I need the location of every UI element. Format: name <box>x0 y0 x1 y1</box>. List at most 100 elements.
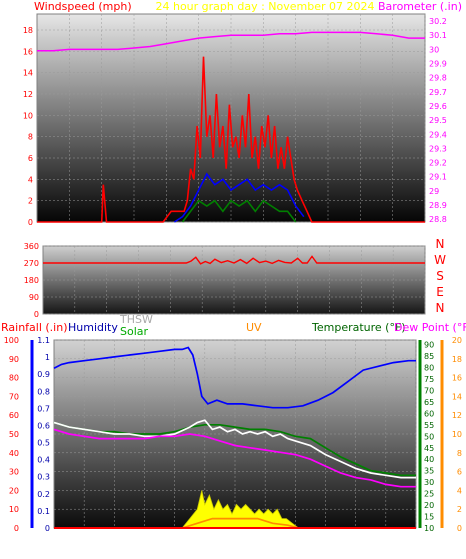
uv-tick-label: 10 <box>452 430 462 439</box>
temperature-tick-label: 10 <box>424 524 434 533</box>
y-right-tick-label: 29.6 <box>429 102 447 111</box>
x-tick-label: 12 PM <box>219 231 244 240</box>
humidity-tick-label: 50 <box>9 430 19 439</box>
x-tick-label: 2 PM <box>254 231 273 240</box>
wind-barometer-panel: 0 2 4 6 8 10 12 14 16 18 28.8 28.9 29 29.1 29.2 29.3 29… <box>23 0 462 240</box>
barometer-axis-title: Barometer (.in) <box>378 0 462 13</box>
y-ticks-2: 0 90 180 270 360 <box>24 242 39 319</box>
y-right-tick-label: 29.1 <box>429 173 447 182</box>
y-tick-label: 270 <box>24 259 39 268</box>
uv-tick-label: 0 <box>457 524 462 533</box>
x-tick-label: 6 AM <box>134 538 154 547</box>
windspeed-axis-title: Windspeed (mph) <box>34 0 132 13</box>
uv-tick-label: 16 <box>452 374 462 383</box>
solar-axis-title: Solar <box>120 325 149 338</box>
uv-tick-label: 6 <box>457 468 462 477</box>
temperature-tick-label: 40 <box>424 455 434 464</box>
uv-tick-label: 14 <box>452 392 462 401</box>
uv-tick-label: 4 <box>457 486 462 495</box>
rainfall-axis-title: Rainfall (.in) <box>1 321 68 334</box>
temperature-tick-label: 65 <box>424 398 434 407</box>
y-uv-ticks: 0 2 4 6 8 10 12 14 16 18 20 <box>452 336 462 533</box>
temperature-tick-label: 15 <box>424 513 434 522</box>
temperature-tick-label: 80 <box>424 364 434 373</box>
y-left-tick-label: 6 <box>28 154 33 163</box>
x-tick-label: 4 AM <box>104 538 124 547</box>
humidity-tick-label: 100 <box>4 336 19 345</box>
rain-tick-label: 0.5 <box>37 439 50 448</box>
x-tick-label: 10 AM <box>186 231 211 240</box>
uv-tick-label: 12 <box>452 411 462 420</box>
direction-label: S <box>436 269 444 283</box>
y-left-tick-label: 16 <box>23 47 33 56</box>
humidity-axis-title: Humidity <box>68 321 118 334</box>
rain-tick-label: 1.1 <box>37 336 50 345</box>
y-right-tick-label: 28.8 <box>429 215 447 224</box>
y-right-tick-label: 29.3 <box>429 144 447 153</box>
direction-label: N <box>436 237 445 251</box>
x-tick-label: 10 PM <box>374 538 399 547</box>
temperature-tick-label: 35 <box>424 467 434 476</box>
y-left-tick-label: 18 <box>23 26 33 35</box>
y-right-tick-label: 29.9 <box>429 60 447 69</box>
uv-tick-label: 8 <box>457 449 462 458</box>
y-right-ticks-1: 28.8 28.9 29 29.1 29.2 29.3 29.4 29.5 29.6 29.7 29… <box>429 17 447 224</box>
y-rain-ticks: 0 0.1 0.2 0.3 0.4 0.5 0.6 0.7 0.8 0.9 1 1.1 <box>37 336 50 533</box>
y-tick-label: 90 <box>29 293 39 302</box>
y-left-tick-label: 0 <box>28 218 33 227</box>
uv-tick-label: 20 <box>452 336 462 345</box>
x-tick-label: 8 AM <box>156 231 176 240</box>
y-left-tick-label: 14 <box>23 69 33 78</box>
humidity-tick-label: 20 <box>9 486 19 495</box>
direction-label: W <box>434 253 446 267</box>
x-tick-label: 2 PM <box>255 538 274 547</box>
temperature-tick-label: 90 <box>424 341 434 350</box>
x-tick-label: 12 PM <box>223 538 248 547</box>
temperature-tick-label: 50 <box>424 432 434 441</box>
humidity-tick-label: 10 <box>9 505 19 514</box>
wind-direction-panel: 090180270360 NWSEN <box>24 237 446 319</box>
humidity-tick-label: 30 <box>9 468 19 477</box>
x-tick-label: 6 AM <box>124 231 144 240</box>
direction-labels: NWSEN <box>434 237 446 315</box>
y-tick-label: 0 <box>34 310 39 319</box>
y-left-tick-label: 10 <box>23 111 33 120</box>
direction-label: E <box>436 285 444 299</box>
direction-label: N <box>436 301 445 315</box>
humidity-tick-label: 80 <box>9 374 19 383</box>
weather-charts-svg: 024681012141618 28.828.92929.129.229.329… <box>1 0 466 547</box>
humidity-tick-label: 0 <box>14 524 19 533</box>
rain-tick-label: 0.7 <box>37 404 50 413</box>
x-tick-label: 8 AM <box>165 538 185 547</box>
y-right-tick-label: 29.8 <box>429 74 447 83</box>
y-right-tick-label: 30 <box>429 45 439 54</box>
rain-tick-label: 0 <box>45 524 50 533</box>
x-tick-label: 4 AM <box>92 231 112 240</box>
rain-tick-label: 0.8 <box>37 387 50 396</box>
temperature-tick-label: 85 <box>424 352 434 361</box>
x-tick-label: 10 AM <box>192 538 217 547</box>
rain-tick-label: 0.9 <box>37 370 50 379</box>
y-right-tick-label: 29.7 <box>429 88 447 97</box>
humidity-tick-label: 90 <box>9 355 19 364</box>
y-right-tick-label: 29.4 <box>429 130 447 139</box>
rain-tick-label: 0.2 <box>37 490 50 499</box>
y-left-tick-label: 12 <box>23 90 33 99</box>
x-tick-label: 4 PM <box>286 538 305 547</box>
y-humidity-ticks: 0 10 20 30 40 50 60 70 80 90 100 <box>4 336 19 533</box>
temperature-humidity-panel: 0102030405060708090100 00.10.20.30.40.50… <box>1 313 466 547</box>
y-right-tick-label: 30.2 <box>429 17 447 26</box>
temperature-tick-label: 45 <box>424 444 434 453</box>
uv-axis-title: UV <box>246 321 262 334</box>
x-ticks-3: 2 AM 4 AM 6 AM 8 AM 10 AM 12 PM 2 PM 4 PM 6 PM 8 … <box>74 538 426 547</box>
uv-tick-label: 2 <box>457 505 462 514</box>
y-left-tick-label: 8 <box>28 133 33 142</box>
humidity-tick-label: 40 <box>9 449 19 458</box>
temperature-tick-label: 55 <box>424 421 434 430</box>
x-tick-label: 6 PM <box>318 231 337 240</box>
temperature-tick-label: 60 <box>424 409 434 418</box>
temperature-tick-label: 75 <box>424 375 434 384</box>
x-tick-label: 2 AM <box>74 538 94 547</box>
y-left-ticks-1: 0 2 4 6 8 10 12 14 16 18 <box>23 26 33 227</box>
humidity-tick-label: 60 <box>9 411 19 420</box>
